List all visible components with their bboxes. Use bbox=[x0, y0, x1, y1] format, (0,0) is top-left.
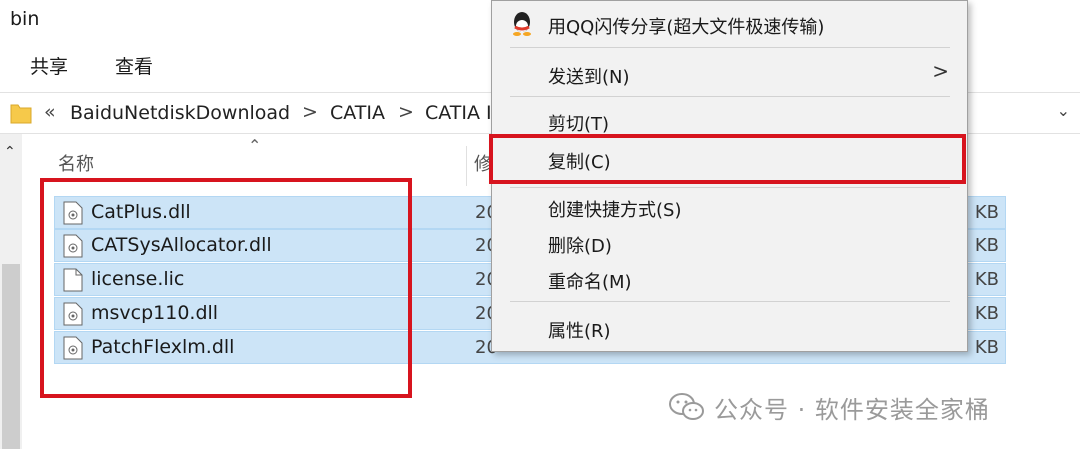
menu-separator bbox=[510, 187, 950, 188]
file-size-unit: KB bbox=[974, 337, 999, 358]
menu-item-create-shortcut[interactable]: 创建快捷方式(S) bbox=[548, 196, 681, 222]
scrollbar[interactable]: ⌃ bbox=[0, 134, 22, 449]
menu-item-send-to[interactable]: 发送到(N) bbox=[548, 63, 630, 89]
qq-icon bbox=[513, 12, 531, 36]
menu-separator bbox=[510, 96, 950, 97]
file-size-unit: KB bbox=[974, 235, 999, 256]
column-header-name[interactable]: 名称 bbox=[58, 150, 94, 176]
column-divider[interactable] bbox=[466, 146, 467, 186]
wechat-icon bbox=[669, 393, 704, 420]
scrollbar-thumb[interactable] bbox=[2, 264, 20, 449]
highlight-box-files bbox=[40, 178, 412, 398]
breadcrumb-catia-sub[interactable]: CATIA I bbox=[425, 102, 492, 124]
watermark-text: 公众号 · 软件安装全家桶 bbox=[714, 396, 990, 424]
menu-item-cut[interactable]: 剪切(T) bbox=[548, 110, 609, 136]
chevron-right-icon: > bbox=[932, 59, 949, 83]
menu-item-properties[interactable]: 属性(R) bbox=[548, 317, 611, 343]
window-title: bin bbox=[10, 8, 40, 30]
file-size-unit: KB bbox=[974, 303, 999, 324]
menu-separator bbox=[510, 47, 950, 48]
highlight-box-copy bbox=[489, 134, 966, 184]
scroll-up-icon[interactable]: ⌃ bbox=[4, 144, 16, 160]
breadcrumb-overflow[interactable]: « bbox=[44, 101, 56, 123]
folder-icon bbox=[10, 104, 32, 124]
breadcrumb-baidunetdiskdownload[interactable]: BaiduNetdiskDownload bbox=[70, 102, 290, 124]
file-size-unit: KB bbox=[974, 269, 999, 290]
menu-item-delete[interactable]: 删除(D) bbox=[548, 232, 612, 258]
menu-item-qq-share[interactable]: 用QQ闪传分享(超大文件极速传输) bbox=[548, 13, 824, 39]
breadcrumb-separator[interactable]: > bbox=[398, 101, 414, 123]
sort-ascending-icon: ⌃ bbox=[248, 136, 262, 155]
file-size-unit: KB bbox=[974, 202, 999, 223]
breadcrumb-separator[interactable]: > bbox=[302, 101, 318, 123]
tab-share[interactable]: 共享 bbox=[30, 52, 68, 79]
breadcrumb-catia[interactable]: CATIA bbox=[330, 102, 385, 124]
tab-view[interactable]: 查看 bbox=[115, 52, 153, 79]
menu-separator bbox=[510, 301, 950, 302]
menu-item-rename[interactable]: 重命名(M) bbox=[548, 268, 632, 294]
chevron-down-icon[interactable]: ⌄ bbox=[1057, 101, 1070, 120]
